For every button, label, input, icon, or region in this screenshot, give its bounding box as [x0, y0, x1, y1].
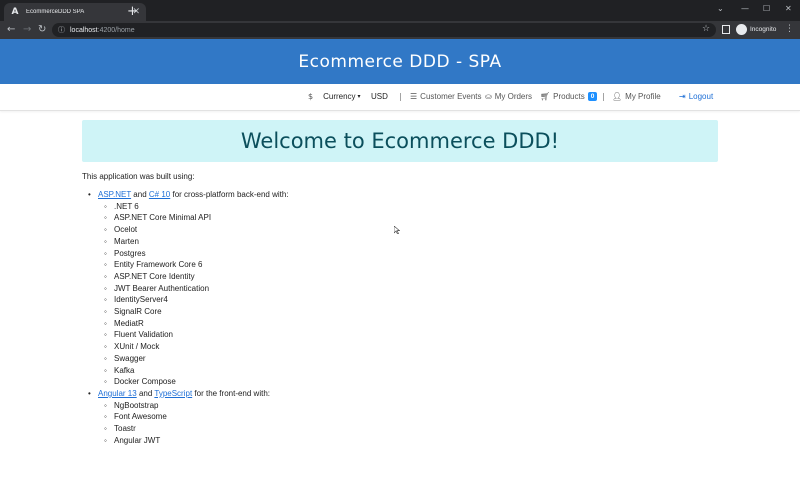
list-item: XUnit / Mock: [104, 341, 718, 353]
dollar-icon: $: [308, 92, 314, 101]
currency-value[interactable]: USD: [371, 92, 388, 101]
incognito-profile-button[interactable]: Incognito: [736, 24, 776, 35]
intro-text: This application was built using:: [82, 172, 195, 181]
welcome-title: Welcome to Ecommerce DDD!: [240, 129, 560, 153]
and-text: and: [138, 388, 153, 398]
list-item: .NET 6: [104, 201, 718, 213]
sign-out-icon: ⇥: [679, 92, 686, 101]
frontend-suffix: for the front-end with:: [194, 388, 270, 398]
list-item: Docker Compose: [104, 376, 718, 388]
forward-arrow-icon[interactable]: →: [23, 24, 31, 36]
typescript-link[interactable]: TypeScript: [154, 389, 192, 398]
angular-favicon-icon: A: [11, 7, 19, 17]
tab-title: EcommerceDDD SPA: [26, 9, 85, 15]
top-navbar: $ Currency ▾ USD | ☰ Customer Events ⛀ M…: [0, 84, 800, 111]
side-panel-icon[interactable]: [722, 25, 730, 34]
csharp-link[interactable]: C# 10: [149, 190, 170, 199]
new-tab-icon[interactable]: +: [127, 5, 138, 19]
list-item: ASP.NET Core Minimal API: [104, 212, 718, 224]
tech-list: ASP.NET and C# 10 for cross-platform bac…: [82, 189, 718, 446]
my-orders-label: My Orders: [494, 92, 533, 101]
app-title: Ecommerce DDD - SPA: [298, 51, 502, 72]
list-item: Font Awesome: [104, 411, 718, 423]
bookmark-star-icon[interactable]: ☆: [702, 24, 710, 34]
list-item: Ocelot: [104, 224, 718, 236]
list-item: SignalR Core: [104, 306, 718, 318]
list-item: JWT Bearer Authentication: [104, 283, 718, 295]
nav-products[interactable]: 🛒︎ Products 0: [540, 92, 598, 101]
aspnet-link[interactable]: ASP.NET: [98, 190, 131, 199]
products-count-badge: 0: [587, 92, 598, 101]
list-icon: ☰: [410, 92, 418, 101]
list-item: Marten: [104, 236, 718, 248]
list-item: Fluent Validation: [104, 329, 718, 341]
welcome-banner: Welcome to Ecommerce DDD!: [82, 120, 718, 162]
incognito-icon: [736, 24, 747, 35]
tab-search-chevron-icon[interactable]: ⌄: [717, 4, 724, 13]
user-icon: 👤︎: [612, 92, 623, 101]
url-path: :4200/home: [97, 26, 135, 34]
frontend-sublist: NgBootstrap Font Awesome Toastr Angular …: [98, 400, 718, 447]
browser-tab-bar: A EcommerceDDD SPA ✕ + ⌄ — ☐ ✕: [0, 0, 800, 21]
list-item: Kafka: [104, 365, 718, 377]
nav-divider: |: [399, 92, 402, 101]
url-text: localhost:4200/home: [70, 27, 135, 34]
my-profile-label: My Profile: [625, 92, 661, 101]
app-header: Ecommerce DDD - SPA: [0, 39, 800, 84]
reload-icon[interactable]: ↻: [38, 24, 46, 36]
and-text: and: [133, 190, 147, 199]
backend-sublist: .NET 6 ASP.NET Core Minimal API Ocelot M…: [98, 201, 718, 388]
caret-down-icon: ▾: [357, 94, 361, 100]
cart-icon: 🛒︎: [540, 92, 551, 101]
list-item: IdentityServer4: [104, 294, 718, 306]
list-item: Angular JWT: [104, 435, 718, 447]
logout-label: Logout: [688, 92, 714, 101]
browser-menu-icon[interactable]: ⋮: [785, 24, 794, 34]
mouse-cursor-icon: [394, 226, 400, 234]
nav-logout[interactable]: ⇥ Logout: [679, 92, 713, 101]
angular-link[interactable]: Angular 13: [98, 389, 137, 398]
basket-icon: ⛀: [485, 92, 492, 101]
url-field[interactable]: ⓘ localhost:4200/home: [52, 23, 716, 37]
products-label: Products: [553, 92, 585, 101]
profile-label: Incognito: [750, 26, 777, 33]
currency-label: Currency: [323, 92, 356, 101]
list-item: NgBootstrap: [104, 400, 718, 412]
nav-customer-events[interactable]: ☰ Customer Events: [410, 92, 482, 101]
back-arrow-icon[interactable]: ←: [7, 24, 15, 36]
browser-tab[interactable]: A EcommerceDDD SPA ✕: [4, 3, 146, 21]
main-content: This application was built using: ASP.NE…: [82, 172, 718, 446]
minimize-icon[interactable]: —: [741, 4, 749, 13]
currency-dropdown[interactable]: $ Currency ▾: [308, 92, 361, 101]
list-item: Entity Framework Core 6: [104, 259, 718, 271]
nav-my-orders[interactable]: ⛀ My Orders: [485, 92, 532, 101]
close-window-icon[interactable]: ✕: [785, 4, 792, 13]
backend-suffix: for cross-platform back-end with:: [172, 190, 289, 199]
frontend-list-item: Angular 13 and TypeScript for the front-…: [88, 388, 718, 447]
nav-divider: |: [602, 92, 605, 101]
list-item: Swagger: [104, 353, 718, 365]
url-host: localhost: [70, 26, 98, 34]
list-item: Postgres: [104, 248, 718, 260]
list-item: Toastr: [104, 423, 718, 435]
maximize-icon[interactable]: ☐: [763, 4, 770, 13]
site-info-icon[interactable]: ⓘ: [58, 25, 65, 35]
currency-value-label: USD: [371, 92, 388, 101]
nav-my-profile[interactable]: 👤︎ My Profile: [612, 92, 661, 101]
browser-address-bar: ← → ↻ ⓘ localhost:4200/home ☆ Incognito …: [0, 21, 800, 39]
list-item: MediatR: [104, 318, 718, 330]
backend-list-item: ASP.NET and C# 10 for cross-platform bac…: [88, 189, 718, 388]
list-item: ASP.NET Core Identity: [104, 271, 718, 283]
customer-events-label: Customer Events: [420, 92, 482, 101]
